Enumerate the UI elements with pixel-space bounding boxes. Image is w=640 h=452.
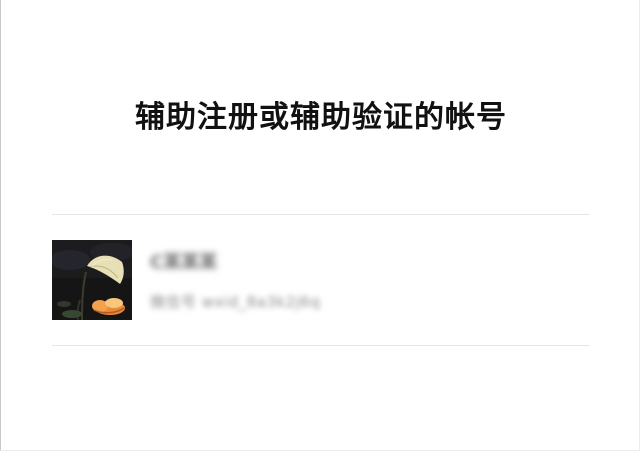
account-list-item[interactable]: C某某某 微信号 wxid_8a3k2j6q [52, 240, 590, 322]
page-frame: 辅助注册或辅助验证的帐号 C某某某 微信号 wxid_8a3k2j6q [0, 0, 640, 451]
top-divider [52, 214, 590, 215]
bottom-divider [52, 345, 590, 346]
account-name: C某某某 [150, 252, 218, 273]
account-id: 微信号 wxid_8a3k2j6q [150, 293, 321, 311]
lotus-leaf-avatar-icon [52, 240, 132, 320]
page-title: 辅助注册或辅助验证的帐号 [135, 100, 507, 135]
